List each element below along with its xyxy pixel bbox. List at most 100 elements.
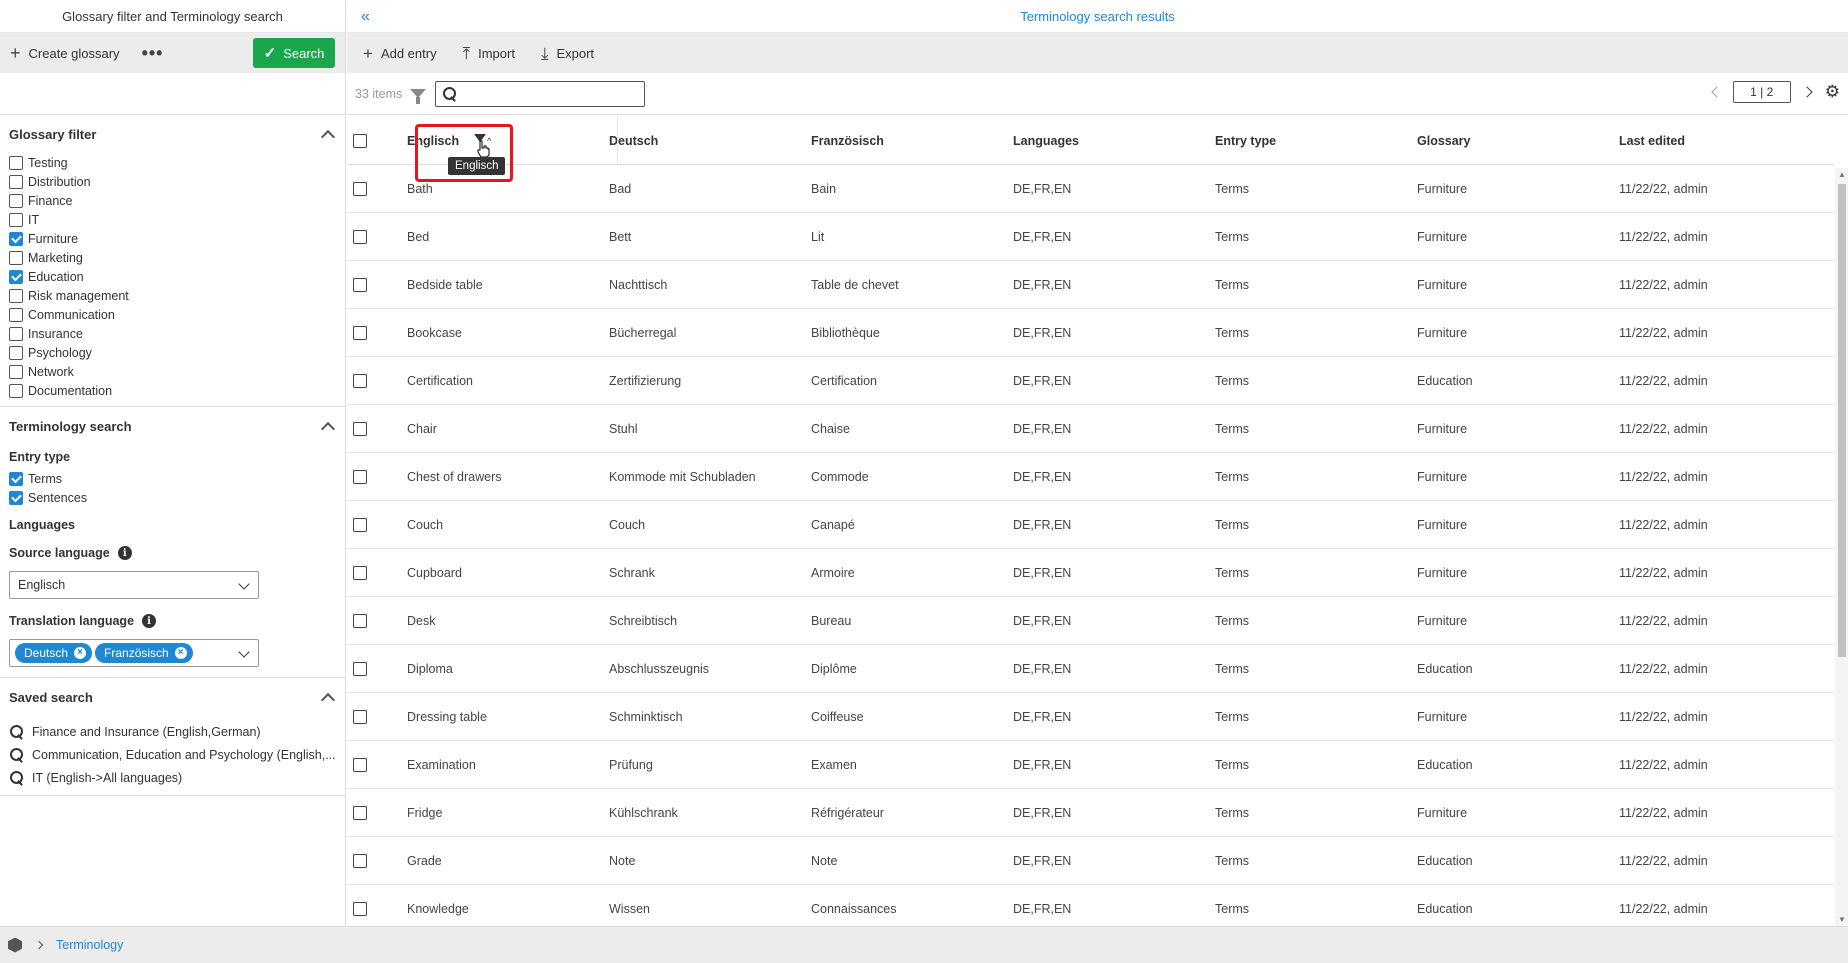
entry-type-item[interactable]: Sentences bbox=[9, 488, 336, 507]
scroll-up-icon[interactable]: ▲ bbox=[1838, 170, 1846, 179]
glossary-filter-item[interactable]: Network bbox=[9, 362, 336, 381]
table-row[interactable]: Diploma Abschlusszeugnis Diplôme DE,FR,EN Te… bbox=[347, 645, 1834, 693]
glossary-filter-item[interactable]: Marketing bbox=[9, 248, 336, 267]
row-checkbox[interactable] bbox=[353, 517, 367, 532]
row-checkbox[interactable] bbox=[353, 901, 367, 916]
saved-search-item[interactable]: Finance and Insurance (English,German) bbox=[0, 720, 345, 743]
table-row[interactable]: Chair Stuhl Chaise DE,FR,EN Terms Furniture 11… bbox=[347, 405, 1834, 453]
terminology-search-header[interactable]: Terminology search bbox=[0, 407, 345, 445]
column-header[interactable]: Glossary bbox=[1417, 134, 1619, 148]
checkbox[interactable] bbox=[9, 326, 23, 341]
checkbox[interactable] bbox=[9, 155, 23, 170]
add-entry-button[interactable]: + Add entry bbox=[363, 45, 437, 62]
info-icon[interactable]: i bbox=[117, 546, 132, 560]
saved-search-header[interactable]: Saved search bbox=[0, 678, 345, 716]
row-checkbox[interactable] bbox=[353, 277, 367, 292]
filter-icon[interactable] bbox=[410, 89, 427, 104]
row-checkbox[interactable] bbox=[353, 661, 367, 676]
checkbox[interactable] bbox=[9, 269, 23, 284]
row-checkbox[interactable] bbox=[353, 181, 367, 196]
column-header[interactable]: Languages bbox=[1013, 134, 1215, 148]
remove-chip-icon[interactable]: × bbox=[74, 647, 87, 659]
column-header[interactable]: Französisch bbox=[811, 134, 1013, 148]
results-search-input[interactable] bbox=[463, 82, 645, 105]
translation-language-select[interactable]: Deutsch × Französisch × bbox=[9, 639, 259, 667]
checkbox[interactable] bbox=[9, 364, 23, 379]
table-row[interactable]: Bedside table Nachttisch Table de chevet DE… bbox=[347, 261, 1834, 309]
row-checkbox[interactable] bbox=[353, 373, 367, 388]
info-icon[interactable]: i bbox=[142, 614, 157, 628]
glossary-filter-item[interactable]: Risk management bbox=[9, 286, 336, 305]
chevron-up-icon[interactable] bbox=[320, 129, 336, 144]
more-options-button[interactable]: ••• bbox=[142, 43, 164, 64]
row-checkbox[interactable] bbox=[353, 325, 367, 340]
export-button[interactable]: ⤓ Export bbox=[541, 45, 594, 62]
page-indicator[interactable]: 1 | 2 bbox=[1732, 81, 1791, 103]
checkbox[interactable] bbox=[9, 383, 23, 398]
import-button[interactable]: ⤒ Import bbox=[463, 45, 515, 62]
breadcrumb-terminology[interactable]: Terminology bbox=[56, 938, 123, 952]
row-checkbox[interactable] bbox=[353, 421, 367, 436]
checkbox[interactable] bbox=[9, 250, 23, 265]
checkbox[interactable] bbox=[9, 212, 23, 227]
table-row[interactable]: Bath Bad Bain DE,FR,EN Terms Furniture 11/22/2… bbox=[347, 165, 1834, 213]
checkbox[interactable] bbox=[9, 174, 23, 189]
glossary-filter-item[interactable]: Psychology bbox=[9, 343, 336, 362]
table-row[interactable]: Desk Schreibtisch Bureau DE,FR,EN Terms Furni… bbox=[347, 597, 1834, 645]
entry-type-item[interactable]: Terms bbox=[9, 469, 336, 488]
table-row[interactable]: Cupboard Schrank Armoire DE,FR,EN Terms Furni… bbox=[347, 549, 1834, 597]
table-row[interactable]: Dressing table Schminktisch Coiffeuse DE,FR… bbox=[347, 693, 1834, 741]
scrollbar-thumb[interactable] bbox=[1838, 184, 1846, 657]
glossary-filter-item[interactable]: Insurance bbox=[9, 324, 336, 343]
checkbox[interactable] bbox=[9, 231, 23, 246]
results-search-box[interactable] bbox=[435, 80, 646, 107]
row-checkbox[interactable] bbox=[353, 709, 367, 724]
row-checkbox[interactable] bbox=[353, 805, 367, 820]
table-row[interactable]: Chest of drawers Kommode mit Schubladen Co… bbox=[347, 453, 1834, 501]
saved-search-item[interactable]: IT (English->All languages) bbox=[0, 766, 345, 789]
collapse-panel-icon[interactable]: « bbox=[361, 8, 370, 26]
glossary-filter-item[interactable]: Education bbox=[9, 267, 336, 286]
scroll-down-icon[interactable]: ▼ bbox=[1838, 915, 1846, 924]
search-button[interactable]: ✓ Search bbox=[253, 38, 335, 68]
glossary-filter-item[interactable]: Finance bbox=[9, 191, 336, 210]
chevron-up-icon[interactable] bbox=[320, 421, 336, 436]
column-header[interactable]: Entry type bbox=[1215, 134, 1417, 148]
table-row[interactable]: Bookcase Bücherregal Bibliothèque DE,FR,EN T… bbox=[347, 309, 1834, 357]
glossary-filter-item[interactable]: Documentation bbox=[9, 381, 336, 400]
table-row[interactable]: Certification Zertifizierung Certification… bbox=[347, 357, 1834, 405]
gear-icon[interactable]: ⚙ bbox=[1825, 82, 1840, 102]
row-checkbox[interactable] bbox=[353, 613, 367, 628]
create-glossary-button[interactable]: + Create glossary bbox=[10, 44, 120, 62]
checkbox[interactable] bbox=[9, 193, 23, 208]
row-checkbox[interactable] bbox=[353, 853, 367, 868]
glossary-filter-header[interactable]: Glossary filter bbox=[0, 115, 345, 153]
column-header[interactable]: Last edited bbox=[1619, 134, 1821, 148]
column-header[interactable]: Deutsch bbox=[609, 134, 811, 148]
glossary-filter-item[interactable]: Testing bbox=[9, 153, 336, 172]
row-checkbox[interactable] bbox=[353, 469, 367, 484]
checkbox[interactable] bbox=[9, 307, 23, 322]
table-row[interactable]: Fridge Kühlschrank Réfrigérateur DE,FR,EN Te… bbox=[347, 789, 1834, 837]
remove-chip-icon[interactable]: × bbox=[174, 647, 187, 659]
table-row[interactable]: Grade Note Note DE,FR,EN Terms Education 11/22… bbox=[347, 837, 1834, 885]
checkbox[interactable] bbox=[9, 490, 23, 505]
table-row[interactable]: Bed Bett Lit DE,FR,EN Terms Furniture 11/22/22… bbox=[347, 213, 1834, 261]
row-checkbox[interactable] bbox=[353, 757, 367, 772]
source-language-select[interactable]: Englisch bbox=[9, 571, 259, 599]
glossary-filter-item[interactable]: Communication bbox=[9, 305, 336, 324]
next-page-icon[interactable] bbox=[1801, 86, 1813, 98]
select-all-checkbox[interactable] bbox=[353, 133, 367, 148]
checkbox[interactable] bbox=[9, 471, 23, 486]
saved-search-item[interactable]: Communication, Education and Psychology … bbox=[0, 743, 345, 766]
glossary-filter-item[interactable]: IT bbox=[9, 210, 336, 229]
row-checkbox[interactable] bbox=[353, 565, 367, 580]
cube-icon[interactable] bbox=[8, 937, 22, 953]
checkbox[interactable] bbox=[9, 288, 23, 303]
table-row[interactable]: Couch Couch Canapé DE,FR,EN Terms Furniture 11… bbox=[347, 501, 1834, 549]
vertical-scrollbar[interactable]: ▲ ▼ bbox=[1835, 168, 1848, 926]
glossary-filter-item[interactable]: Distribution bbox=[9, 172, 336, 191]
chevron-up-icon[interactable] bbox=[320, 692, 336, 707]
checkbox[interactable] bbox=[9, 345, 23, 360]
row-checkbox[interactable] bbox=[353, 229, 367, 244]
